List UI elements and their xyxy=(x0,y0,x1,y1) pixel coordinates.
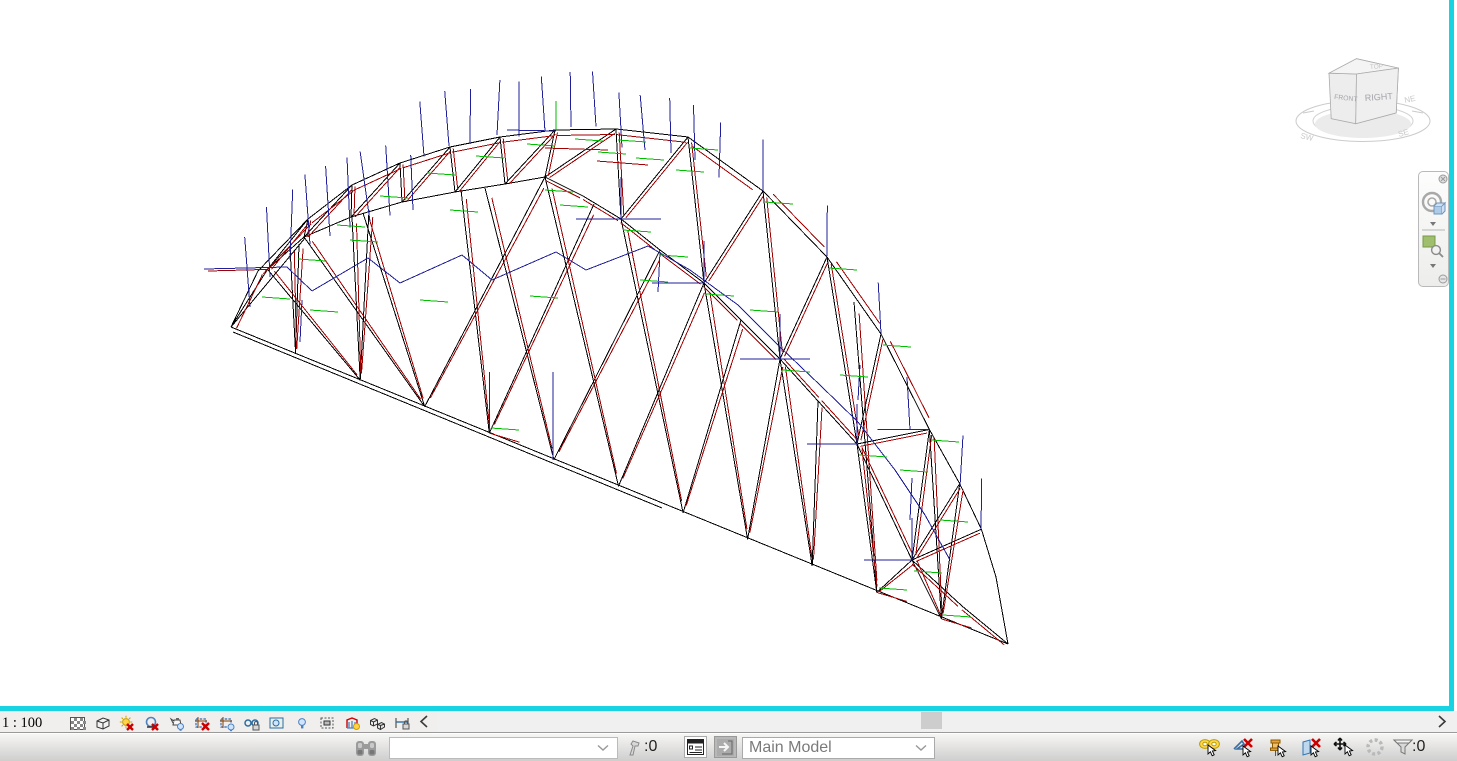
svg-text:SW: SW xyxy=(1300,131,1315,143)
svg-text:TOP: TOP xyxy=(1370,63,1384,71)
svg-text:NE: NE xyxy=(1404,94,1417,105)
svg-text:SE: SE xyxy=(1397,127,1410,139)
svg-text:RIGHT: RIGHT xyxy=(1364,91,1393,103)
